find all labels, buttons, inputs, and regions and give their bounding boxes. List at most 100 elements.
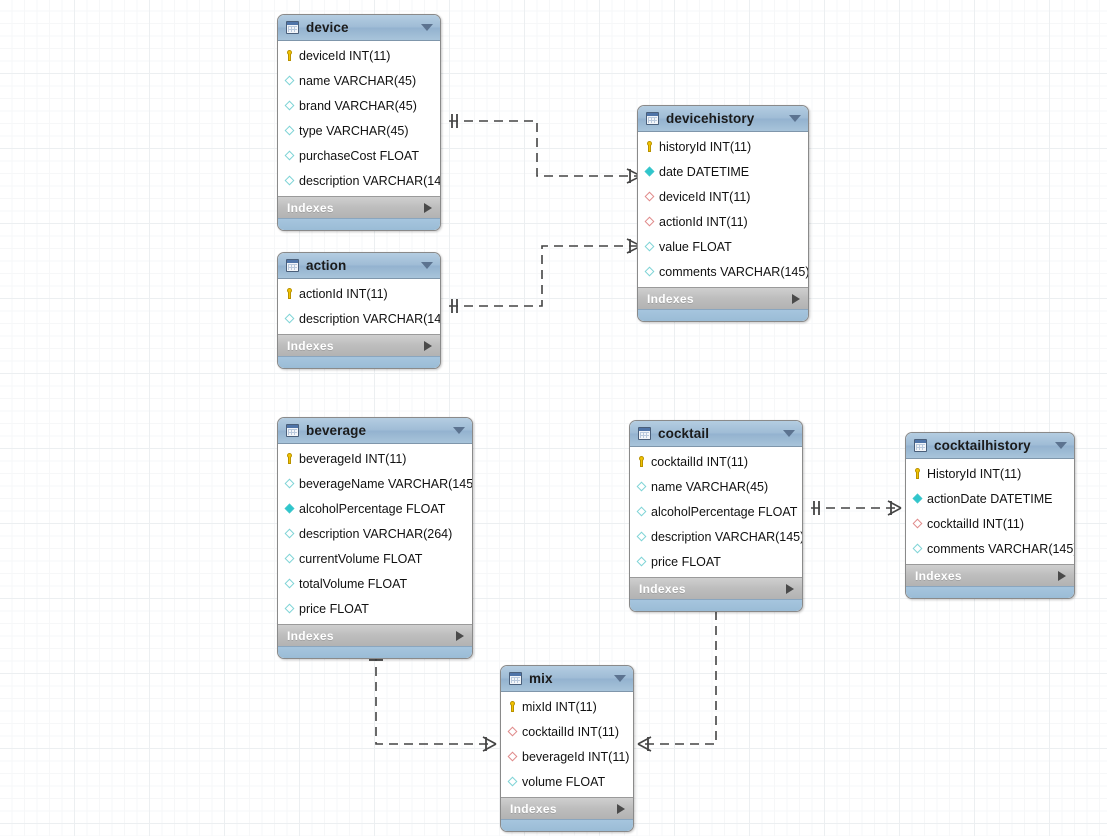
table-column[interactable]: actionDate DATETIME xyxy=(906,486,1074,511)
table-header-devicehistory[interactable]: devicehistory xyxy=(638,106,808,132)
foreign-key-icon xyxy=(644,215,655,228)
column-label: cocktailId INT(11) xyxy=(522,724,620,739)
chevron-right-icon[interactable] xyxy=(424,340,432,351)
table-column[interactable]: comments VARCHAR(145) xyxy=(906,536,1074,561)
primary-key-icon xyxy=(636,455,647,468)
table-columns: historyId INT(11) date DATETIME deviceId I… xyxy=(638,132,808,287)
nullable-column-icon xyxy=(636,530,647,543)
column-label: purchaseCost FLOAT xyxy=(299,148,419,163)
indexes-section-devicehistory[interactable]: Indexes xyxy=(638,287,808,309)
table-header-device[interactable]: device xyxy=(278,15,440,41)
indexes-section-cocktail[interactable]: Indexes xyxy=(630,577,802,599)
table-column[interactable]: date DATETIME xyxy=(638,159,808,184)
table-columns: beverageId INT(11) beverageName VARCHAR(1… xyxy=(278,444,472,624)
table-column[interactable]: HistoryId INT(11) xyxy=(906,461,1074,486)
table-column[interactable]: alcoholPercentage FLOAT xyxy=(630,499,802,524)
table-column[interactable]: deviceId INT(11) xyxy=(278,43,440,68)
table-icon xyxy=(286,259,299,272)
table-column[interactable]: brand VARCHAR(45) xyxy=(278,93,440,118)
nullable-column-icon xyxy=(636,480,647,493)
table-column[interactable]: actionId INT(11) xyxy=(638,209,808,234)
table-devicehistory[interactable]: devicehistory historyId INT(11) date DATET… xyxy=(637,105,809,322)
indexes-section-device[interactable]: Indexes xyxy=(278,196,440,218)
table-icon xyxy=(638,427,651,440)
table-column[interactable]: comments VARCHAR(145) xyxy=(638,259,808,284)
table-cocktail[interactable]: cocktail cocktailId INT(11) name VARCHAR(4… xyxy=(629,420,803,612)
table-column[interactable]: description VARCHAR(145) xyxy=(630,524,802,549)
column-label: description VARCHAR(145) xyxy=(651,529,803,544)
table-beverage[interactable]: beverage beverageId INT(11) beverageName V… xyxy=(277,417,473,659)
chevron-down-icon[interactable] xyxy=(614,675,626,682)
table-column[interactable]: actionId INT(11) xyxy=(278,281,440,306)
table-action[interactable]: action actionId INT(11) description VARCHA… xyxy=(277,252,441,369)
chevron-right-icon[interactable] xyxy=(617,803,625,814)
chevron-down-icon[interactable] xyxy=(453,427,465,434)
table-column[interactable]: historyId INT(11) xyxy=(638,134,808,159)
table-column[interactable]: totalVolume FLOAT xyxy=(278,571,472,596)
relationship-cocktail-cocktailhistory xyxy=(811,500,902,516)
nullable-column-icon xyxy=(284,602,295,615)
indexes-section-mix[interactable]: Indexes xyxy=(501,797,633,819)
chevron-down-icon[interactable] xyxy=(1055,442,1067,449)
table-footer xyxy=(630,599,802,611)
table-footer xyxy=(278,218,440,230)
table-mix[interactable]: mix mixId INT(11) cocktailId INT(11) bevera… xyxy=(500,665,634,832)
table-column[interactable]: name VARCHAR(45) xyxy=(630,474,802,499)
table-column[interactable]: description VARCHAR(145) xyxy=(278,168,440,193)
table-column[interactable]: cocktailId INT(11) xyxy=(906,511,1074,536)
primary-key-icon xyxy=(912,467,923,480)
indexes-section-action[interactable]: Indexes xyxy=(278,334,440,356)
chevron-down-icon[interactable] xyxy=(783,430,795,437)
table-icon xyxy=(509,672,522,685)
table-column[interactable]: cocktailId INT(11) xyxy=(630,449,802,474)
chevron-down-icon[interactable] xyxy=(421,24,433,31)
chevron-right-icon[interactable] xyxy=(792,293,800,304)
nullable-column-icon xyxy=(507,775,518,788)
table-column[interactable]: mixId INT(11) xyxy=(501,694,633,719)
indexes-section-beverage[interactable]: Indexes xyxy=(278,624,472,646)
chevron-right-icon[interactable] xyxy=(786,583,794,594)
table-column[interactable]: beverageId INT(11) xyxy=(278,446,472,471)
indexes-label: Indexes xyxy=(510,801,557,816)
foreign-key-icon xyxy=(912,517,923,530)
table-column[interactable]: description VARCHAR(145) xyxy=(278,306,440,331)
table-footer xyxy=(638,309,808,321)
eer-diagram-canvas[interactable]: device deviceId INT(11) name VARCHAR(45) br… xyxy=(0,0,1107,836)
table-column[interactable]: cocktailId INT(11) xyxy=(501,719,633,744)
table-column[interactable]: alcoholPercentage FLOAT xyxy=(278,496,472,521)
table-header-beverage[interactable]: beverage xyxy=(278,418,472,444)
table-column[interactable]: currentVolume FLOAT xyxy=(278,546,472,571)
table-header-cocktailhistory[interactable]: cocktailhistory xyxy=(906,433,1074,459)
table-column[interactable]: type VARCHAR(45) xyxy=(278,118,440,143)
column-label: beverageId INT(11) xyxy=(299,451,407,466)
table-column[interactable]: purchaseCost FLOAT xyxy=(278,143,440,168)
table-column[interactable]: deviceId INT(11) xyxy=(638,184,808,209)
table-column[interactable]: beverageName VARCHAR(145) xyxy=(278,471,472,496)
table-column[interactable]: price FLOAT xyxy=(278,596,472,621)
table-cocktailhistory[interactable]: cocktailhistory HistoryId INT(11) actionDa… xyxy=(905,432,1075,599)
table-header-action[interactable]: action xyxy=(278,253,440,279)
indexes-section-cocktailhistory[interactable]: Indexes xyxy=(906,564,1074,586)
nullable-column-icon xyxy=(284,577,295,590)
table-name: devicehistory xyxy=(666,111,755,126)
table-device[interactable]: device deviceId INT(11) name VARCHAR(45) br… xyxy=(277,14,441,231)
chevron-down-icon[interactable] xyxy=(421,262,433,269)
chevron-right-icon[interactable] xyxy=(456,630,464,641)
chevron-down-icon[interactable] xyxy=(789,115,801,122)
column-label: beverageId INT(11) xyxy=(522,749,630,764)
nullable-column-icon xyxy=(912,542,923,555)
column-label: description VARCHAR(145) xyxy=(299,173,441,188)
chevron-right-icon[interactable] xyxy=(1058,570,1066,581)
table-column[interactable]: volume FLOAT xyxy=(501,769,633,794)
column-label: volume FLOAT xyxy=(522,774,606,789)
chevron-right-icon[interactable] xyxy=(424,202,432,213)
table-column[interactable]: description VARCHAR(264) xyxy=(278,521,472,546)
table-column[interactable]: beverageId INT(11) xyxy=(501,744,633,769)
table-header-mix[interactable]: mix xyxy=(501,666,633,692)
table-icon xyxy=(646,112,659,125)
table-column[interactable]: name VARCHAR(45) xyxy=(278,68,440,93)
table-column[interactable]: value FLOAT xyxy=(638,234,808,259)
table-column[interactable]: price FLOAT xyxy=(630,549,802,574)
table-header-cocktail[interactable]: cocktail xyxy=(630,421,802,447)
column-label: currentVolume FLOAT xyxy=(299,551,423,566)
